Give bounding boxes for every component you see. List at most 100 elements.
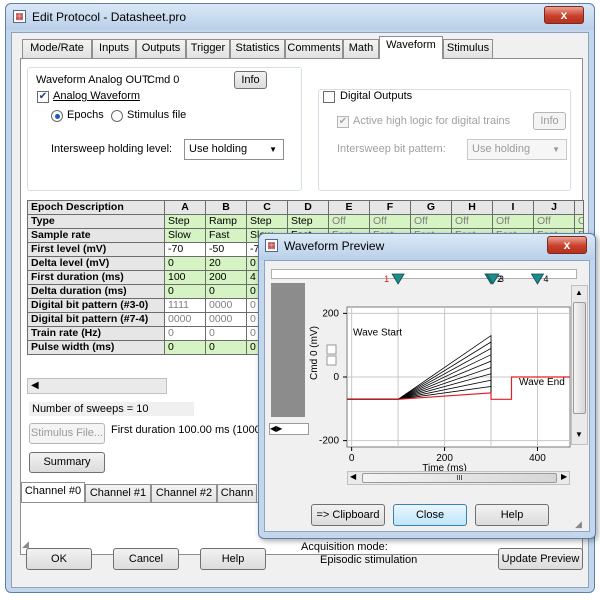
epoch-row-label: Sample rate bbox=[27, 228, 165, 243]
tab-outputs[interactable]: Outputs bbox=[136, 39, 186, 58]
tab-trigger[interactable]: Trigger bbox=[186, 39, 230, 58]
tab-channel-3[interactable]: Chann bbox=[217, 484, 257, 503]
epoch-cell[interactable]: Off bbox=[369, 214, 411, 229]
epoch-cell[interactable]: -70 bbox=[164, 242, 206, 257]
tab-channel-1[interactable]: Channel #1 bbox=[85, 484, 151, 503]
epoch-cell[interactable]: Step bbox=[246, 214, 288, 229]
epoch-cell[interactable]: 200 bbox=[205, 270, 247, 285]
epoch-cell[interactable]: 100 bbox=[164, 270, 206, 285]
epoch-cell[interactable]: 0 bbox=[205, 284, 247, 299]
wave-start-label: Wave Start bbox=[353, 328, 402, 339]
chevron-down-icon: ▼ bbox=[552, 145, 560, 154]
epoch-cell[interactable]: Off bbox=[328, 214, 370, 229]
close-window-button[interactable]: x bbox=[544, 6, 584, 24]
help-button[interactable]: Help bbox=[200, 548, 266, 570]
summary-button[interactable]: Summary bbox=[29, 452, 105, 473]
digital-outputs-checkbox[interactable] bbox=[323, 91, 335, 103]
tab-statistics[interactable]: Statistics bbox=[230, 39, 285, 58]
epoch-column-header[interactable]: A bbox=[164, 200, 206, 215]
tab-stimulus[interactable]: Stimulus bbox=[443, 39, 493, 58]
epoch-cell[interactable]: 0 bbox=[164, 284, 206, 299]
epoch-marker-icon bbox=[391, 273, 405, 285]
epoch-header: Epoch Description bbox=[27, 200, 165, 215]
epoch-cell[interactable]: 0 bbox=[164, 256, 206, 271]
epoch-cell[interactable]: 0 bbox=[164, 340, 206, 355]
epoch-cell[interactable]: Off bbox=[533, 214, 575, 229]
wave-end-label: Wave End bbox=[519, 377, 565, 388]
analog-info-button[interactable]: Info bbox=[234, 71, 267, 89]
epoch-column-header[interactable]: D bbox=[287, 200, 329, 215]
epoch-column-header[interactable]: F bbox=[369, 200, 411, 215]
preview-close-icon[interactable]: x bbox=[547, 236, 587, 254]
preview-close-button[interactable]: Close bbox=[393, 504, 467, 526]
cancel-button[interactable]: Cancel bbox=[113, 548, 179, 570]
epoch-column-header[interactable]: C bbox=[246, 200, 288, 215]
epoch-marker-icon bbox=[530, 273, 545, 285]
tab-inputs[interactable]: Inputs bbox=[92, 39, 136, 58]
tab-math[interactable]: Math bbox=[343, 39, 379, 58]
active-high-checkbox[interactable]: ✔ bbox=[337, 116, 349, 128]
epoch-column-header[interactable] bbox=[574, 200, 584, 215]
y-zoom-up-icon bbox=[326, 344, 337, 355]
epoch-cell[interactable]: 0000 bbox=[164, 312, 206, 327]
scroll-left-icon[interactable]: ◀ bbox=[350, 472, 356, 481]
number-of-sweeps: Number of sweeps = 10 bbox=[29, 402, 194, 416]
epoch-column-header[interactable]: H bbox=[451, 200, 493, 215]
tab-channel-0[interactable]: Channel #0 bbox=[21, 482, 85, 502]
bit-pattern-select[interactable]: Use holding ▼ bbox=[467, 139, 567, 160]
update-preview-button[interactable]: Update Preview bbox=[498, 548, 583, 570]
preview-help-button[interactable]: Help bbox=[475, 504, 549, 526]
epoch-cell[interactable]: Step bbox=[164, 214, 206, 229]
epoch-marker-label: 1 bbox=[384, 274, 389, 284]
h-scroll-thumb[interactable]: III bbox=[362, 473, 557, 483]
resize-grip-icon: ◢ bbox=[575, 519, 582, 529]
epoch-cell[interactable]: -50 bbox=[205, 242, 247, 257]
epoch-row-label: First level (mV) bbox=[27, 242, 165, 257]
analog-waveform-label: Analog Waveform bbox=[53, 90, 141, 102]
epoch-cell[interactable]: 0 bbox=[205, 326, 247, 341]
epoch-column-header[interactable]: I bbox=[492, 200, 534, 215]
epoch-column-header[interactable]: G bbox=[410, 200, 452, 215]
epoch-column-header[interactable]: B bbox=[205, 200, 247, 215]
preview-title-bar[interactable]: ▦ Waveform Preview x bbox=[259, 234, 595, 260]
epoch-cell[interactable]: Slow bbox=[164, 228, 206, 243]
clipboard-button[interactable]: => Clipboard bbox=[311, 504, 385, 526]
epoch-cell[interactable]: Off bbox=[451, 214, 493, 229]
analog-waveform-checkbox[interactable]: ✔ bbox=[37, 91, 49, 103]
epoch-cell[interactable]: 0 bbox=[205, 340, 247, 355]
preview-h-scrollbar[interactable]: ◀ III ▶ bbox=[347, 471, 570, 485]
epoch-column-header[interactable]: J bbox=[533, 200, 575, 215]
epoch-row-label: Digital bit pattern (#3-0) bbox=[27, 298, 165, 313]
epoch-column-header[interactable]: E bbox=[328, 200, 370, 215]
title-bar[interactable]: ▦ Edit Protocol - Datasheet.pro x bbox=[6, 4, 594, 30]
scroll-left-icon[interactable]: ◀ bbox=[31, 380, 39, 391]
epochs-radio[interactable] bbox=[51, 110, 63, 122]
epoch-cell[interactable]: 0000 bbox=[205, 298, 247, 313]
epoch-table-scrollbar[interactable]: ◀ bbox=[27, 378, 167, 394]
epoch-cell[interactable]: Fast bbox=[205, 228, 247, 243]
epoch-marker-label: 3 bbox=[499, 274, 504, 284]
ok-button[interactable]: OK bbox=[26, 548, 92, 570]
stimulus-file-radio[interactable] bbox=[111, 110, 123, 122]
epoch-cell[interactable]: Off bbox=[410, 214, 452, 229]
tab-mode-rate[interactable]: Mode/Rate bbox=[22, 39, 92, 58]
epoch-cell[interactable]: Ramp bbox=[205, 214, 247, 229]
epoch-cell[interactable]: O bbox=[574, 214, 584, 229]
digital-outputs-label: Digital Outputs bbox=[338, 90, 415, 102]
epoch-cell[interactable]: Step bbox=[287, 214, 329, 229]
active-high-label: Active high logic for digital trains bbox=[353, 115, 511, 127]
stimulus-file-button[interactable]: Stimulus File... bbox=[29, 423, 105, 444]
tab-comments[interactable]: Comments bbox=[285, 39, 343, 58]
tab-waveform[interactable]: Waveform bbox=[379, 36, 443, 59]
digital-info-button[interactable]: Info bbox=[533, 112, 566, 130]
epoch-cell[interactable]: 20 bbox=[205, 256, 247, 271]
scroll-right-icon[interactable]: ▶ bbox=[561, 472, 567, 481]
epoch-cell[interactable]: Off bbox=[492, 214, 534, 229]
epoch-cell[interactable]: 1111 bbox=[164, 298, 206, 313]
chevron-down-icon: ▼ bbox=[269, 145, 277, 154]
tab-channel-2[interactable]: Channel #2 bbox=[151, 484, 217, 503]
epoch-cell[interactable]: 0 bbox=[164, 326, 206, 341]
epoch-cell[interactable]: 0000 bbox=[205, 312, 247, 327]
app-icon: ▦ bbox=[13, 10, 26, 23]
holding-level-select[interactable]: Use holding ▼ bbox=[184, 139, 284, 160]
